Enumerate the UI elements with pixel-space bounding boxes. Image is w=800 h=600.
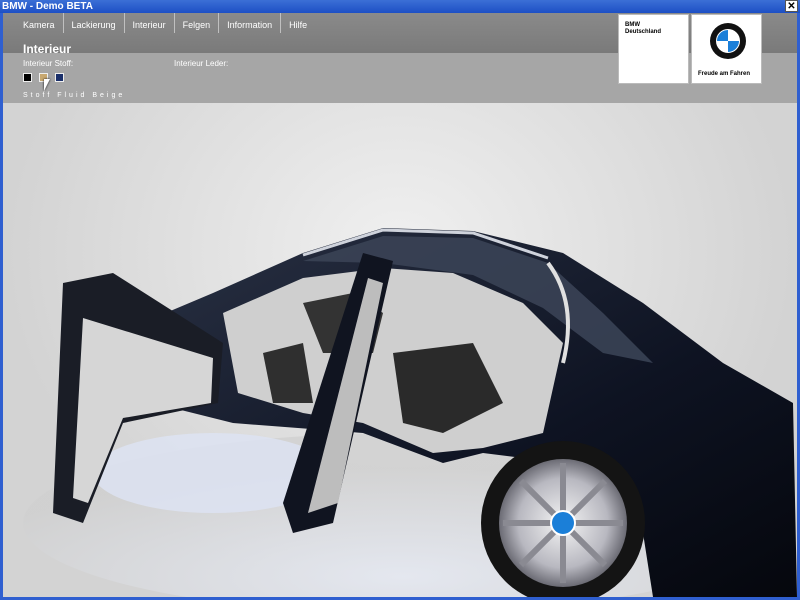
panel-title: Interieur — [23, 42, 72, 56]
menu-item-kamera[interactable]: Kamera — [15, 13, 64, 33]
brand-logo-box: BMW Deutschland — [618, 14, 689, 84]
car-render-image — [23, 228, 797, 597]
blue-swatch[interactable] — [55, 73, 64, 82]
menu-item-hilfe[interactable]: Hilfe — [281, 13, 315, 33]
stoff-label: Interieur Stoff: — [23, 59, 74, 68]
brand-line2: Deutschland — [625, 29, 662, 35]
window-title: BMW - Demo BETA — [2, 1, 93, 12]
close-button[interactable]: ✕ — [785, 0, 798, 12]
menu-item-felgen[interactable]: Felgen — [175, 13, 220, 33]
brand-line1: BMW — [625, 22, 640, 28]
menu-item-information[interactable]: Information — [219, 13, 282, 33]
slogan: Freude am Fahren — [698, 71, 751, 77]
title-bar[interactable]: BMW - Demo BETA ✕ — [0, 0, 800, 13]
3d-car-viewport[interactable] — [3, 103, 797, 597]
selected-interior-name: Stoff Fluid Beige — [23, 92, 126, 99]
leder-label: Interieur Leder: — [174, 59, 229, 68]
roundel-logo-box: Freude am Fahren — [691, 14, 762, 84]
menu-item-lackierung[interactable]: Lackierung — [64, 13, 125, 33]
menu-item-interieur[interactable]: Interieur — [125, 13, 175, 33]
mouse-cursor-icon — [44, 79, 56, 91]
bmw-roundel-icon — [710, 23, 746, 59]
black-swatch[interactable] — [23, 73, 32, 82]
